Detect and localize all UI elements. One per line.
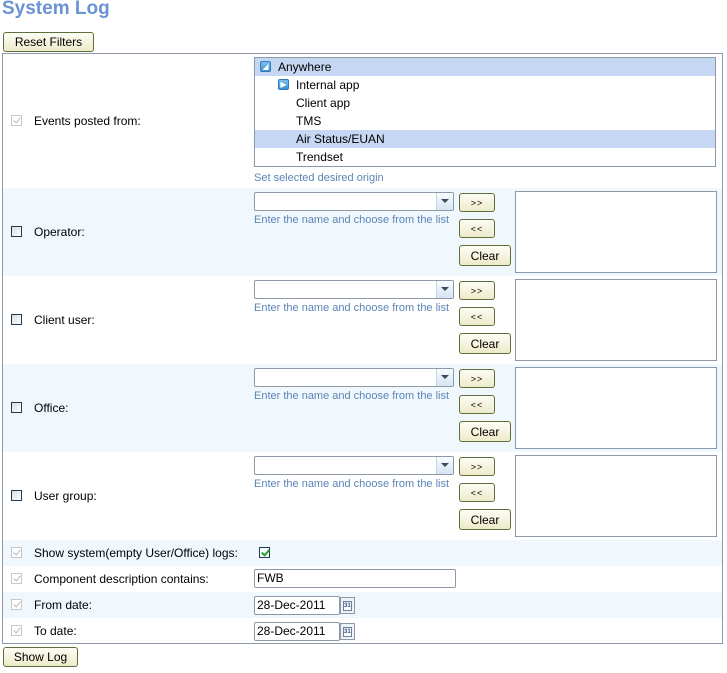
- origin-hint: Set selected desired origin: [254, 172, 384, 184]
- show-system-row: Show system(empty User/Office) logs:: [3, 540, 722, 566]
- office-selected-list[interactable]: [515, 367, 717, 449]
- office-label: Office:: [34, 401, 69, 415]
- operator-combobox[interactable]: [254, 192, 454, 211]
- show-system-checkbox[interactable]: [259, 547, 270, 558]
- from-date-input[interactable]: 28-Dec-2011: [254, 596, 340, 615]
- collapse-icon[interactable]: ◢: [260, 61, 271, 72]
- user-group-add-button[interactable]: >>: [459, 457, 495, 476]
- office-add-button[interactable]: >>: [459, 369, 495, 388]
- show-system-label: Show system(empty User/Office) logs:: [34, 546, 238, 560]
- events-label: Events posted from:: [34, 114, 141, 128]
- chevron-down-icon[interactable]: [436, 281, 453, 298]
- operator-checkbox[interactable]: [11, 226, 22, 237]
- reset-filters-button[interactable]: Reset Filters: [3, 32, 94, 52]
- events-row: Events posted from: ◢ Anywhere ▶ Interna…: [3, 54, 722, 188]
- office-hint: Enter the name and choose from the list: [254, 390, 450, 402]
- user-group-clear-button[interactable]: Clear: [459, 509, 511, 530]
- client-user-label: Client user:: [34, 313, 95, 327]
- user-group-hint: Enter the name and choose from the list: [254, 478, 450, 490]
- client-user-add-button[interactable]: >>: [459, 281, 495, 300]
- office-row: Office: Enter the name and choose from t…: [3, 364, 722, 452]
- client-user-row: Client user: Enter the name and choose f…: [3, 276, 722, 364]
- user-group-checkbox[interactable]: [11, 490, 22, 501]
- user-group-selected-list[interactable]: [515, 455, 717, 537]
- client-user-remove-button[interactable]: <<: [459, 307, 495, 326]
- from-date-label: From date:: [34, 598, 93, 612]
- office-checkbox[interactable]: [11, 402, 22, 413]
- from-date-row: From date: 28-Dec-2011 31: [3, 592, 722, 618]
- filter-panel: Events posted from: ◢ Anywhere ▶ Interna…: [2, 53, 723, 644]
- chevron-down-icon[interactable]: [436, 369, 453, 386]
- client-user-hint: Enter the name and choose from the list: [254, 302, 450, 314]
- events-checkbox[interactable]: [11, 115, 22, 126]
- operator-remove-button[interactable]: <<: [459, 219, 495, 238]
- user-group-remove-button[interactable]: <<: [459, 483, 495, 502]
- tree-item-anywhere[interactable]: ◢ Anywhere: [255, 58, 715, 76]
- calendar-icon[interactable]: 31: [340, 597, 355, 614]
- component-checkbox[interactable]: [11, 573, 22, 584]
- component-label: Component description contains:: [34, 572, 209, 586]
- user-group-combobox[interactable]: [254, 456, 454, 475]
- show-system-row-checkbox[interactable]: [11, 547, 22, 558]
- page-title: System Log: [2, 0, 110, 19]
- office-remove-button[interactable]: <<: [459, 395, 495, 414]
- tree-item-air-status-euan[interactable]: Air Status/EUAN: [255, 130, 715, 148]
- office-clear-button[interactable]: Clear: [459, 421, 511, 442]
- to-date-checkbox[interactable]: [11, 625, 22, 636]
- client-user-checkbox[interactable]: [11, 314, 22, 325]
- tree-item-internal-app[interactable]: ▶ Internal app: [255, 76, 715, 94]
- operator-add-button[interactable]: >>: [459, 193, 495, 212]
- operator-row: Operator: Enter the name and choose from…: [3, 188, 722, 276]
- tree-item-client-app[interactable]: Client app: [255, 94, 715, 112]
- operator-label: Operator:: [34, 225, 85, 239]
- calendar-icon[interactable]: 31: [340, 623, 355, 640]
- client-user-clear-button[interactable]: Clear: [459, 333, 511, 354]
- from-date-checkbox[interactable]: [11, 599, 22, 610]
- operator-clear-button[interactable]: Clear: [459, 245, 511, 266]
- user-group-label: User group:: [34, 489, 97, 503]
- tree-item-tms[interactable]: TMS: [255, 112, 715, 130]
- origin-tree[interactable]: ◢ Anywhere ▶ Internal app Client app TMS…: [254, 57, 716, 167]
- user-group-row: User group: Enter the name and choose fr…: [3, 452, 722, 540]
- office-combobox[interactable]: [254, 368, 454, 387]
- tree-item-trendset[interactable]: Trendset: [255, 148, 715, 166]
- to-date-row: To date: 28-Dec-2011 31: [3, 618, 722, 643]
- operator-hint: Enter the name and choose from the list: [254, 214, 450, 226]
- client-user-selected-list[interactable]: [515, 279, 717, 361]
- chevron-down-icon[interactable]: [436, 193, 453, 210]
- to-date-input[interactable]: 28-Dec-2011: [254, 622, 340, 641]
- chevron-down-icon[interactable]: [436, 457, 453, 474]
- component-input[interactable]: FWB: [254, 569, 456, 588]
- show-log-button[interactable]: Show Log: [3, 647, 78, 667]
- expand-icon[interactable]: ▶: [278, 79, 289, 90]
- client-user-combobox[interactable]: [254, 280, 454, 299]
- component-row: Component description contains: FWB: [3, 566, 722, 592]
- operator-selected-list[interactable]: [515, 191, 717, 273]
- to-date-label: To date:: [34, 624, 77, 638]
